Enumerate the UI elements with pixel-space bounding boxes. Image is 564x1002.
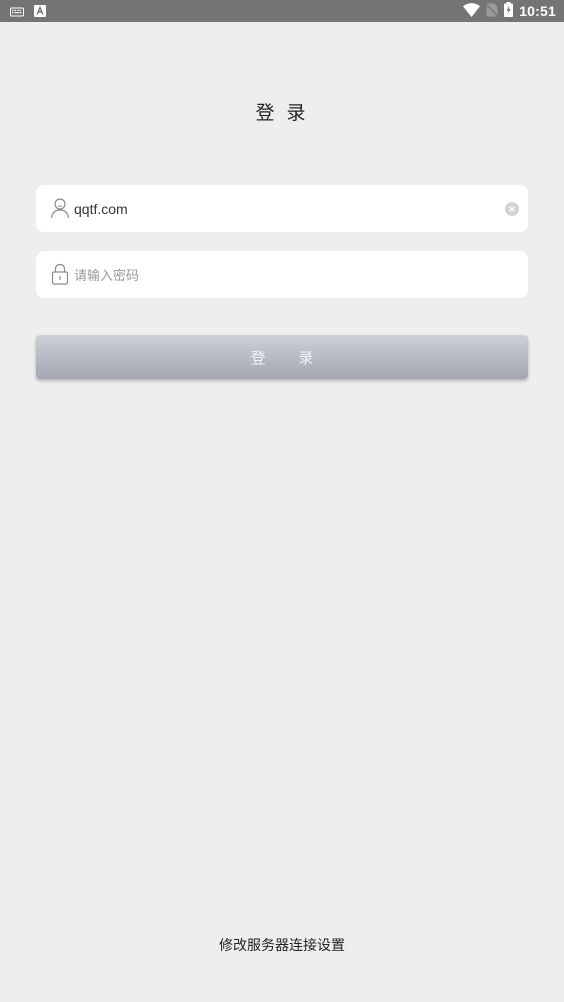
- username-input[interactable]: [74, 185, 494, 232]
- keyboard-icon: [10, 2, 24, 21]
- lock-icon: [50, 263, 70, 285]
- username-field[interactable]: [36, 185, 528, 232]
- user-icon: [50, 197, 70, 219]
- status-bar: 10:51: [0, 0, 564, 22]
- password-input[interactable]: [74, 251, 494, 298]
- clear-icon[interactable]: [505, 201, 519, 216]
- battery-charging-icon: [504, 1, 514, 21]
- wifi-icon: [463, 2, 481, 21]
- status-bar-time: 10:51: [519, 3, 556, 19]
- status-bar-right: 10:51: [463, 0, 556, 22]
- login-button[interactable]: 登 录: [36, 335, 528, 379]
- server-settings-link[interactable]: 修改服务器连接设置: [0, 935, 564, 955]
- password-field[interactable]: [36, 251, 528, 298]
- page-title: 登 录: [255, 102, 309, 124]
- status-bar-left: [10, 3, 46, 19]
- input-method-icon: [34, 2, 46, 21]
- no-sim-icon: [485, 2, 499, 21]
